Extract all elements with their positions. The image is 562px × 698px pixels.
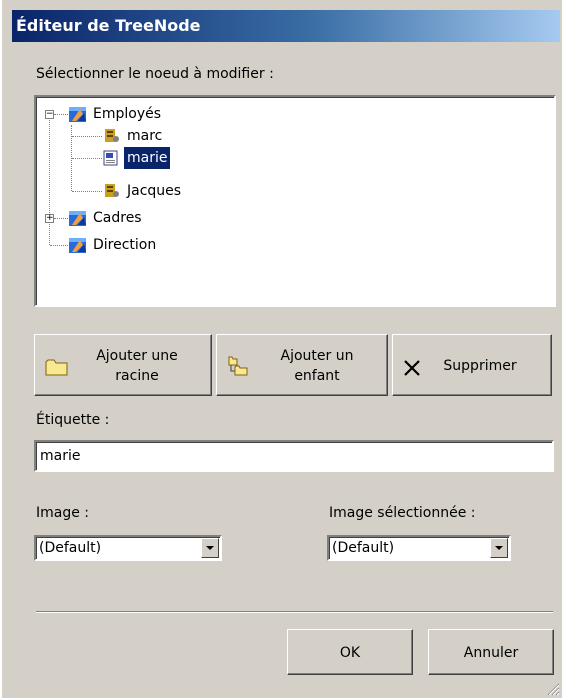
- selected-image-select-value: (Default): [332, 540, 395, 556]
- user-icon: [105, 129, 119, 142]
- tree-node-label: marc: [127, 128, 163, 144]
- tree-view[interactable]: − + Employés marc marie Jacques Cadres D…: [34, 95, 556, 307]
- image-select[interactable]: (Default): [34, 535, 222, 561]
- tree-label: Sélectionner le noeud à modifier :: [36, 66, 274, 82]
- chevron-down-icon[interactable]: [201, 538, 219, 558]
- tree-h-line: [54, 218, 68, 219]
- tree-h-line: [54, 114, 68, 115]
- add-root-label: Ajouter une: [96, 348, 178, 364]
- document-icon: [103, 150, 118, 166]
- group-icon: [69, 211, 86, 226]
- window-title: Éditeur de TreeNode: [16, 16, 201, 35]
- image-label: Image :: [36, 505, 90, 521]
- cancel-label: Annuler: [463, 645, 519, 661]
- tree-node-label: Jacques: [127, 183, 182, 199]
- tree-node-label: Cadres: [93, 210, 142, 226]
- user-icon: [105, 184, 119, 197]
- title-bar[interactable]: Éditeur de TreeNode: [12, 10, 560, 42]
- tree-node-label: Direction: [93, 237, 157, 253]
- tree-root-line: [49, 115, 50, 245]
- separator: [36, 611, 553, 613]
- add-root-label: racine: [115, 368, 159, 384]
- cancel-button[interactable]: Annuler: [428, 629, 554, 675]
- ok-button[interactable]: OK: [287, 629, 413, 675]
- add-child-folder-icon: [228, 356, 248, 376]
- add-root-button[interactable]: Ajouter une racine: [34, 334, 212, 396]
- tree-node-label: marie: [124, 147, 171, 169]
- resize-grip-icon[interactable]: [544, 680, 560, 696]
- tree-node-label: Employés: [93, 106, 162, 122]
- ok-label: OK: [339, 645, 361, 661]
- add-child-label: enfant: [294, 368, 340, 384]
- label-field-label: Étiquette :: [36, 412, 110, 428]
- tree-h-line: [50, 245, 68, 246]
- selected-image-select[interactable]: (Default): [327, 535, 511, 561]
- expand-toggle[interactable]: +: [45, 214, 54, 223]
- folder-icon: [45, 359, 68, 376]
- treenode-editor-dialog: Éditeur de TreeNode Sélectionner le noeu…: [0, 0, 562, 698]
- tree-h-line: [72, 136, 102, 137]
- group-icon: [69, 238, 86, 253]
- image-select-value: (Default): [39, 540, 102, 556]
- delete-button[interactable]: Supprimer: [392, 334, 552, 396]
- tree-h-line: [72, 191, 102, 192]
- label-input[interactable]: marie: [34, 440, 554, 472]
- add-child-label: Ajouter un: [280, 348, 354, 364]
- group-icon: [69, 107, 86, 122]
- collapse-toggle[interactable]: −: [45, 110, 54, 119]
- add-child-button[interactable]: Ajouter un enfant: [216, 334, 388, 396]
- chevron-down-icon[interactable]: [490, 538, 508, 558]
- selected-image-label: Image sélectionnée :: [329, 505, 476, 521]
- tree-h-line: [72, 158, 102, 159]
- delete-label: Supprimer: [443, 358, 517, 374]
